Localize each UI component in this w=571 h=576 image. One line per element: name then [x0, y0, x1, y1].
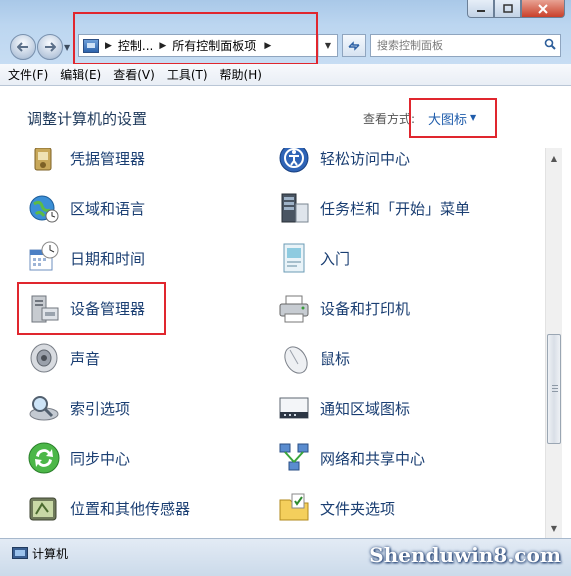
item-location-sensors[interactable]: 位置和其他传感器	[26, 488, 190, 528]
breadcrumb-separator-icon[interactable]: ▶	[159, 41, 166, 51]
back-button[interactable]	[10, 34, 36, 60]
item-taskbar-start-menu[interactable]: 任务栏和「开始」菜单	[276, 188, 470, 228]
breadcrumb-separator-icon[interactable]: ▶	[105, 41, 112, 51]
watermark: Shenduwin8.com	[369, 543, 561, 567]
content-header: 调整计算机的设置 查看方式: 大图标 ▼	[0, 86, 571, 148]
printer-icon	[276, 290, 312, 326]
sync-icon	[26, 440, 62, 476]
item-devices-printers[interactable]: 设备和打印机	[276, 288, 410, 328]
menu-tools[interactable]: 工具(T)	[167, 66, 208, 83]
location-sensor-icon	[26, 490, 62, 526]
control-panel-window: ▼ ▶ 控制... ▶ 所有控制面板项 ▶ ▼ 文件(F) 编辑(E) 查看(V…	[0, 0, 571, 576]
close-button[interactable]	[521, 0, 565, 18]
menu-view[interactable]: 查看(V)	[113, 66, 155, 83]
window-controls	[467, 0, 565, 18]
minimize-button[interactable]	[467, 0, 494, 18]
search-box[interactable]	[370, 34, 561, 57]
item-device-manager[interactable]: 设备管理器	[26, 288, 145, 328]
items-panel: 凭据管理器 区域和语言 日期和时间 设备管理器 声音 索引选项 同步中心 位置和…	[0, 148, 545, 538]
menu-bar: 文件(F) 编辑(E) 查看(V) 工具(T) 帮助(H)	[0, 64, 571, 86]
grip-icon	[552, 385, 558, 393]
globe-clock-icon	[26, 190, 62, 226]
mouse-icon	[276, 340, 312, 376]
status-location: 计算机	[32, 547, 69, 561]
item-notification-icons[interactable]: 通知区域图标	[276, 388, 410, 428]
item-network-sharing[interactable]: 网络和共享中心	[276, 438, 425, 478]
address-bar[interactable]: ▶ 控制... ▶ 所有控制面板项 ▶ ▼	[78, 34, 338, 57]
back-arrow-icon	[17, 42, 28, 52]
item-credential-manager[interactable]: 凭据管理器	[26, 148, 145, 178]
minimize-icon	[476, 9, 485, 12]
item-sync-center[interactable]: 同步中心	[26, 438, 130, 478]
search-icon[interactable]	[540, 38, 560, 53]
computer-icon	[12, 547, 28, 559]
item-region-language[interactable]: 区域和语言	[26, 188, 145, 228]
calendar-clock-icon	[26, 240, 62, 276]
folder-options-icon	[276, 490, 312, 526]
search-input[interactable]	[375, 38, 540, 53]
network-icon	[276, 440, 312, 476]
maximize-icon	[502, 4, 513, 13]
speaker-icon	[26, 340, 62, 376]
close-icon	[538, 3, 548, 14]
taskbar-icon	[276, 190, 312, 226]
address-dropdown-icon[interactable]: ▼	[318, 35, 337, 56]
title-bar: ▼ ▶ 控制... ▶ 所有控制面板项 ▶ ▼	[0, 0, 571, 65]
breadcrumb-control-panel[interactable]: 控制...	[118, 37, 153, 54]
page-title: 调整计算机的设置	[27, 110, 148, 128]
accessibility-icon	[276, 148, 312, 176]
status-bar: 计算机 Shenduwin8.com	[0, 538, 571, 576]
credential-icon	[26, 148, 62, 176]
item-date-time[interactable]: 日期和时间	[26, 238, 145, 278]
view-by-caret-icon[interactable]: ▼	[470, 113, 476, 122]
item-folder-options[interactable]: 文件夹选项	[276, 488, 395, 528]
index-magnifier-icon	[26, 390, 62, 426]
scroll-down-icon[interactable]: ▼	[546, 520, 562, 536]
breadcrumb-separator-icon[interactable]: ▶	[264, 41, 271, 51]
forward-button[interactable]	[37, 34, 63, 60]
recent-pages-dropdown[interactable]: ▼	[64, 43, 70, 52]
menu-help[interactable]: 帮助(H)	[220, 66, 262, 83]
item-ease-of-access[interactable]: 轻松访问中心	[276, 148, 410, 178]
notification-area-icon	[276, 390, 312, 426]
item-indexing-options[interactable]: 索引选项	[26, 388, 130, 428]
item-mouse[interactable]: 鼠标	[276, 338, 350, 378]
getting-started-icon	[276, 240, 312, 276]
maximize-button[interactable]	[494, 0, 521, 18]
control-panel-icon	[83, 38, 99, 53]
menu-edit[interactable]: 编辑(E)	[60, 66, 101, 83]
device-manager-icon	[26, 290, 62, 326]
item-sound[interactable]: 声音	[26, 338, 100, 378]
scroll-up-icon[interactable]: ▲	[546, 150, 562, 166]
item-getting-started[interactable]: 入门	[276, 238, 350, 278]
refresh-icon	[348, 40, 360, 51]
view-by-dropdown[interactable]: 大图标	[428, 109, 467, 128]
scroll-thumb[interactable]	[547, 334, 561, 444]
view-by-label: 查看方式:	[363, 112, 416, 126]
menu-file[interactable]: 文件(F)	[8, 66, 48, 83]
breadcrumb-all-items[interactable]: 所有控制面板项	[172, 37, 256, 54]
refresh-button[interactable]	[342, 34, 366, 57]
forward-arrow-icon	[45, 42, 56, 52]
vertical-scrollbar[interactable]: ▲ ▼	[545, 148, 562, 538]
